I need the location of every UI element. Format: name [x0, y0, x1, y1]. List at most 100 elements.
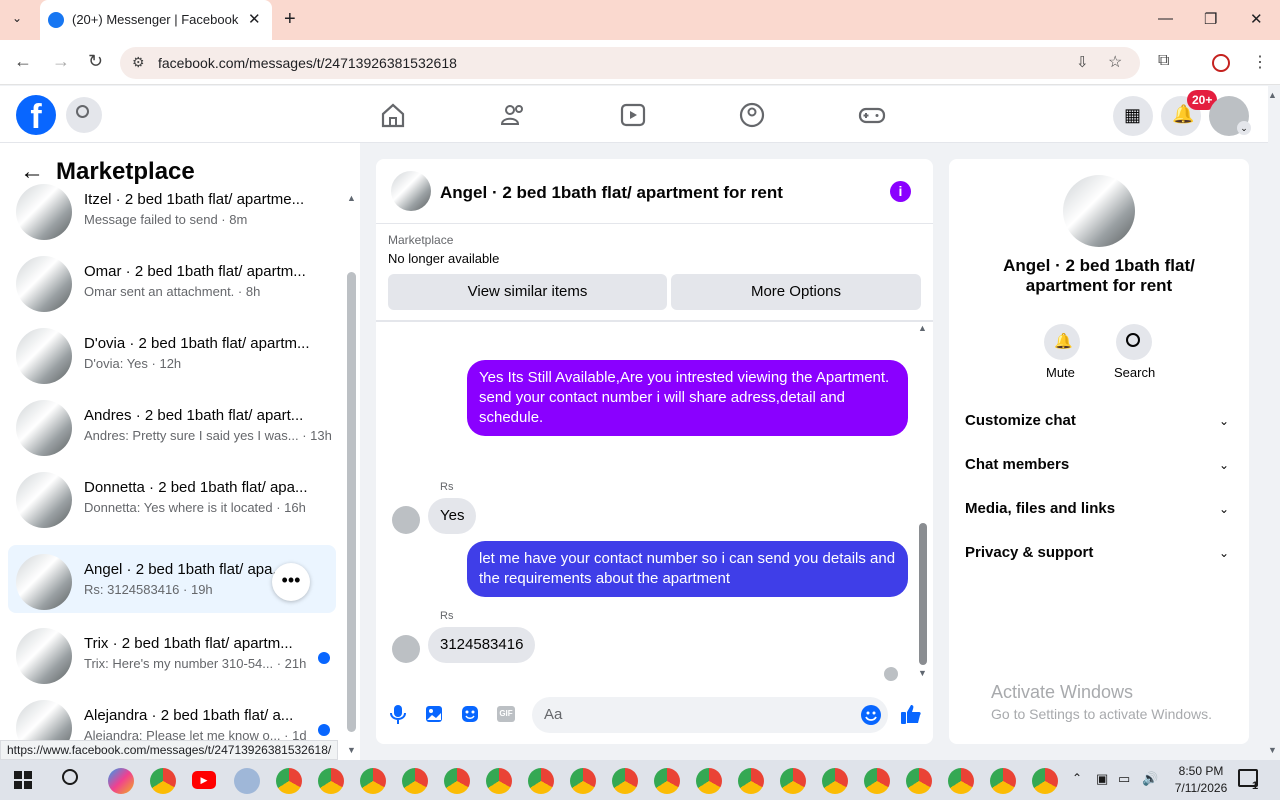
chrome-profile-icon[interactable] [570, 768, 596, 794]
forward-icon[interactable]: → [52, 51, 70, 72]
site-info-icon[interactable]: ⚙ [132, 54, 145, 71]
conversation-item[interactable]: Itzel · 2 bed 1bath flat/ apartme... Mess… [8, 175, 336, 243]
customize-chat-section[interactable]: Customize chat [965, 412, 1076, 429]
chrome-profile-icon[interactable] [864, 768, 890, 794]
info-icon[interactable]: i [890, 181, 911, 202]
emoji-icon[interactable] [860, 704, 882, 726]
tab-search-icon[interactable]: ⌄ [12, 11, 22, 25]
chat-scrollbar[interactable] [919, 523, 927, 665]
chrome-profile-icon[interactable] [612, 768, 638, 794]
chat-avatar[interactable] [391, 171, 431, 211]
bookmark-star-icon[interactable]: ☆ [1108, 52, 1122, 72]
taskbar-search-icon[interactable] [62, 769, 78, 785]
extensions-icon[interactable]: ⧉ [1158, 52, 1169, 70]
chrome-icon[interactable] [150, 768, 176, 794]
chrome-profile-icon[interactable] [780, 768, 806, 794]
profile-icon[interactable] [1212, 54, 1230, 72]
gaming-icon[interactable] [857, 100, 887, 130]
chevron-down-icon[interactable]: ⌄ [1219, 546, 1229, 560]
scroll-up-icon[interactable]: ▲ [347, 193, 356, 203]
chrome-profile-icon[interactable] [444, 768, 470, 794]
search-conversation-button[interactable] [1116, 324, 1152, 360]
friends-icon[interactable] [498, 100, 528, 130]
volume-icon[interactable]: 🔊 [1142, 771, 1158, 787]
outgoing-message[interactable]: let me have your contact number so i can… [467, 541, 908, 597]
conversation-options-button[interactable]: ••• [272, 563, 310, 601]
address-bar[interactable]: ⚙ facebook.com/messages/t/24713926381532… [120, 47, 1140, 79]
chrome-profile-icon[interactable] [402, 768, 428, 794]
paint-icon[interactable] [234, 768, 260, 794]
windows-start-icon[interactable] [14, 771, 32, 789]
conversation-item[interactable]: Donnetta · 2 bed 1bath flat/ apa... Donne… [8, 463, 336, 531]
chrome-profile-icon[interactable] [360, 768, 386, 794]
sender-avatar[interactable] [392, 635, 420, 663]
chrome-profile-icon[interactable] [528, 768, 554, 794]
chrome-profile-icon[interactable] [738, 768, 764, 794]
view-similar-button[interactable]: View similar items [388, 274, 667, 310]
window-close-icon[interactable]: ✕ [1250, 10, 1263, 28]
chat-scroll-up-icon[interactable]: ▲ [918, 323, 927, 333]
conversation-item[interactable]: Omar · 2 bed 1bath flat/ apartm... Omar s… [8, 247, 336, 315]
thumbs-up-icon[interactable] [900, 703, 922, 725]
tray-chevron-icon[interactable]: ⌃ [1072, 771, 1082, 785]
chrome-profile-icon[interactable] [486, 768, 512, 794]
more-options-button[interactable]: More Options [671, 274, 921, 310]
gif-icon[interactable]: GIF [497, 706, 515, 722]
reload-icon[interactable]: ↻ [88, 51, 103, 72]
youtube-icon[interactable]: ▶ [192, 771, 216, 789]
message-input[interactable]: Aa [532, 697, 888, 733]
chat-title[interactable]: Angel · 2 bed 1bath flat/ apartment for … [440, 183, 783, 203]
video-icon[interactable] [618, 100, 648, 130]
copilot-icon[interactable] [108, 768, 134, 794]
list-scrollbar[interactable] [347, 272, 356, 732]
home-icon[interactable] [378, 100, 408, 130]
chrome-profile-icon[interactable] [906, 768, 932, 794]
page-scroll-up-icon[interactable]: ▲ [1268, 90, 1277, 100]
tray-device-icon[interactable]: ▣ [1096, 771, 1108, 787]
page-scroll-down-icon[interactable]: ▼ [1268, 745, 1277, 755]
menu-button[interactable]: ▦ [1113, 96, 1153, 136]
privacy-support-section[interactable]: Privacy & support [965, 544, 1093, 561]
incoming-message[interactable]: 3124583416 [428, 627, 536, 663]
chevron-down-icon[interactable]: ⌄ [1219, 414, 1229, 428]
chrome-profile-icon[interactable] [1032, 768, 1058, 794]
groups-icon[interactable] [737, 100, 767, 130]
sender-avatar[interactable] [392, 506, 420, 534]
scroll-down-icon[interactable]: ▼ [347, 745, 356, 755]
mute-button[interactable]: 🔔 [1044, 324, 1080, 360]
chrome-profile-icon[interactable] [990, 768, 1016, 794]
new-tab-icon[interactable]: + [284, 8, 296, 31]
chrome-profile-icon[interactable] [318, 768, 344, 794]
photo-icon[interactable] [424, 704, 444, 724]
network-icon[interactable]: ▭ [1118, 771, 1130, 787]
outgoing-message[interactable]: Yes Its Still Available,Are you intreste… [467, 360, 908, 436]
chrome-profile-icon[interactable] [696, 768, 722, 794]
chrome-profile-icon[interactable] [654, 768, 680, 794]
close-tab-icon[interactable]: ✕ [248, 10, 261, 28]
conversation-item[interactable]: D'ovia · 2 bed 1bath flat/ apartm... D'ov… [8, 319, 336, 387]
sticker-icon[interactable] [460, 704, 480, 724]
conversation-avatar [16, 256, 72, 312]
fb-search-button[interactable] [66, 97, 102, 133]
menu-kebab-icon[interactable]: ⋮ [1252, 52, 1268, 72]
taskbar-time[interactable]: 8:50 PM [1166, 764, 1236, 778]
back-icon[interactable]: ← [14, 51, 32, 72]
facebook-logo-icon[interactable]: f [16, 95, 56, 136]
browser-tab[interactable]: (20+) Messenger | Facebook ✕ [40, 0, 272, 40]
chevron-down-icon[interactable]: ⌄ [1219, 502, 1229, 516]
media-files-section[interactable]: Media, files and links [965, 500, 1115, 517]
chat-scroll-down-icon[interactable]: ▼ [918, 668, 927, 678]
conversation-item[interactable]: Andres · 2 bed 1bath flat/ apart... Andre… [8, 391, 336, 459]
minimize-icon[interactable]: — [1158, 10, 1173, 27]
conversation-item[interactable]: Trix · 2 bed 1bath flat/ apartm... Trix: … [8, 619, 336, 687]
chrome-profile-icon[interactable] [276, 768, 302, 794]
taskbar-date[interactable]: 7/11/2026 [1166, 781, 1236, 795]
chat-members-section[interactable]: Chat members [965, 456, 1069, 473]
chrome-profile-icon[interactable] [948, 768, 974, 794]
microphone-icon[interactable] [388, 703, 408, 725]
chrome-profile-icon[interactable] [822, 768, 848, 794]
chevron-down-icon[interactable]: ⌄ [1219, 458, 1229, 472]
incoming-message[interactable]: Yes [428, 498, 477, 534]
install-app-icon[interactable]: ⇩ [1076, 53, 1089, 71]
restore-icon[interactable]: ❐ [1204, 10, 1217, 28]
